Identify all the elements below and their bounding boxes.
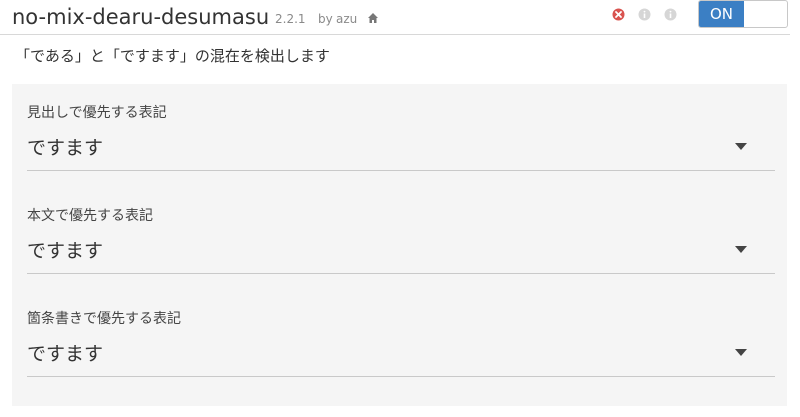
body-option-label: 本文で優先する表記: [27, 208, 153, 224]
plugin-version: 2.2.1: [275, 12, 306, 26]
plugin-header: no-mix-dearu-desumasu 2.2.1 by azu ON: [0, 0, 790, 35]
home-icon[interactable]: [367, 12, 379, 24]
list-style-select[interactable]: ですます: [27, 328, 775, 377]
remove-icon[interactable]: [612, 8, 625, 21]
heading-style-value: ですます: [27, 137, 104, 159]
caret-down-icon: [735, 246, 747, 253]
enable-toggle[interactable]: ON: [698, 0, 788, 28]
body-style-select[interactable]: ですます: [27, 225, 775, 274]
list-option-label: 箇条書きで優先する表記: [27, 311, 181, 327]
heading-option-label: 見出しで優先する表記: [27, 105, 167, 121]
byline-label: by: [318, 12, 333, 26]
plugin-description: 「である」と「ですます」の混在を検出します: [15, 47, 330, 65]
caret-down-icon: [735, 349, 747, 356]
info-icon[interactable]: [638, 8, 651, 21]
list-style-value: ですます: [27, 343, 104, 365]
caret-down-icon: [735, 143, 747, 150]
body-style-value: ですます: [27, 240, 104, 262]
help-icon[interactable]: [664, 8, 677, 21]
toggle-on-label: ON: [699, 1, 744, 27]
heading-style-select[interactable]: ですます: [27, 122, 775, 171]
author-name[interactable]: azu: [336, 12, 357, 26]
plugin-title: no-mix-dearu-desumasu: [12, 5, 270, 29]
options-panel: 見出しで優先する表記 ですます 本文で優先する表記 ですます 箇条書きで優先する…: [12, 84, 787, 406]
